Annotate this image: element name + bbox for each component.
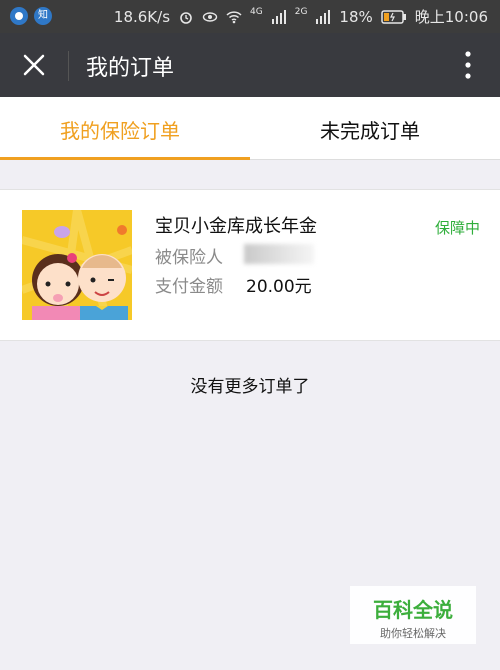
alarm-icon	[180, 11, 192, 24]
close-icon[interactable]	[18, 49, 50, 81]
title-divider	[68, 51, 69, 81]
battery-icon	[381, 9, 406, 24]
wifi-icon	[226, 10, 242, 23]
zhi-icon: 知	[34, 7, 52, 25]
product-name: 宝贝小金库成长年金	[155, 216, 317, 237]
signal-icon	[271, 9, 286, 24]
title-bar: 我的订单	[0, 33, 500, 97]
amount-label: 支付金额	[155, 277, 223, 297]
order-tabs: 我的保险订单 未完成订单	[0, 97, 500, 160]
tab-unfinished-orders[interactable]: 未完成订单	[320, 115, 420, 144]
battery-percent: 18%	[339, 7, 373, 26]
no-more-orders: 没有更多订单了	[190, 377, 310, 397]
signal-2g: 2G	[294, 6, 308, 17]
amount-value: 20.00元	[246, 277, 312, 297]
watermark-title: 百科全说	[373, 598, 453, 622]
app-icon	[10, 7, 28, 25]
status-bar: 知 18.6K/s 4G 2G 18% 晚上10:06	[0, 0, 500, 33]
signal-4g: 4G	[250, 6, 263, 17]
net-speed: 18.6K/s	[113, 7, 171, 26]
clock: 晚上10:06	[414, 8, 488, 26]
signal-icon	[316, 9, 331, 24]
status-left: 知	[10, 7, 52, 25]
insured-name-blurred	[244, 244, 314, 264]
status-right: 18.6K/s 4G 2G 18% 晚上10:06	[114, 6, 488, 27]
watermark-subtitle: 助你轻松解决	[380, 627, 446, 640]
insured-label: 被保险人	[155, 248, 223, 268]
more-icon[interactable]	[464, 49, 472, 81]
eye-icon	[202, 11, 218, 22]
tab-active-indicator	[0, 157, 250, 160]
page-title: 我的订单	[86, 56, 175, 81]
tab-insurance-orders[interactable]: 我的保险订单	[60, 115, 180, 144]
order-card[interactable]: 宝贝小金库成长年金 保障中 被保险人 支付金额 20.00元	[0, 189, 500, 341]
watermark-logo: 百科全说 助你轻松解决	[350, 586, 476, 644]
product-thumbnail	[22, 210, 132, 320]
status-badge: 保障中	[434, 219, 480, 237]
